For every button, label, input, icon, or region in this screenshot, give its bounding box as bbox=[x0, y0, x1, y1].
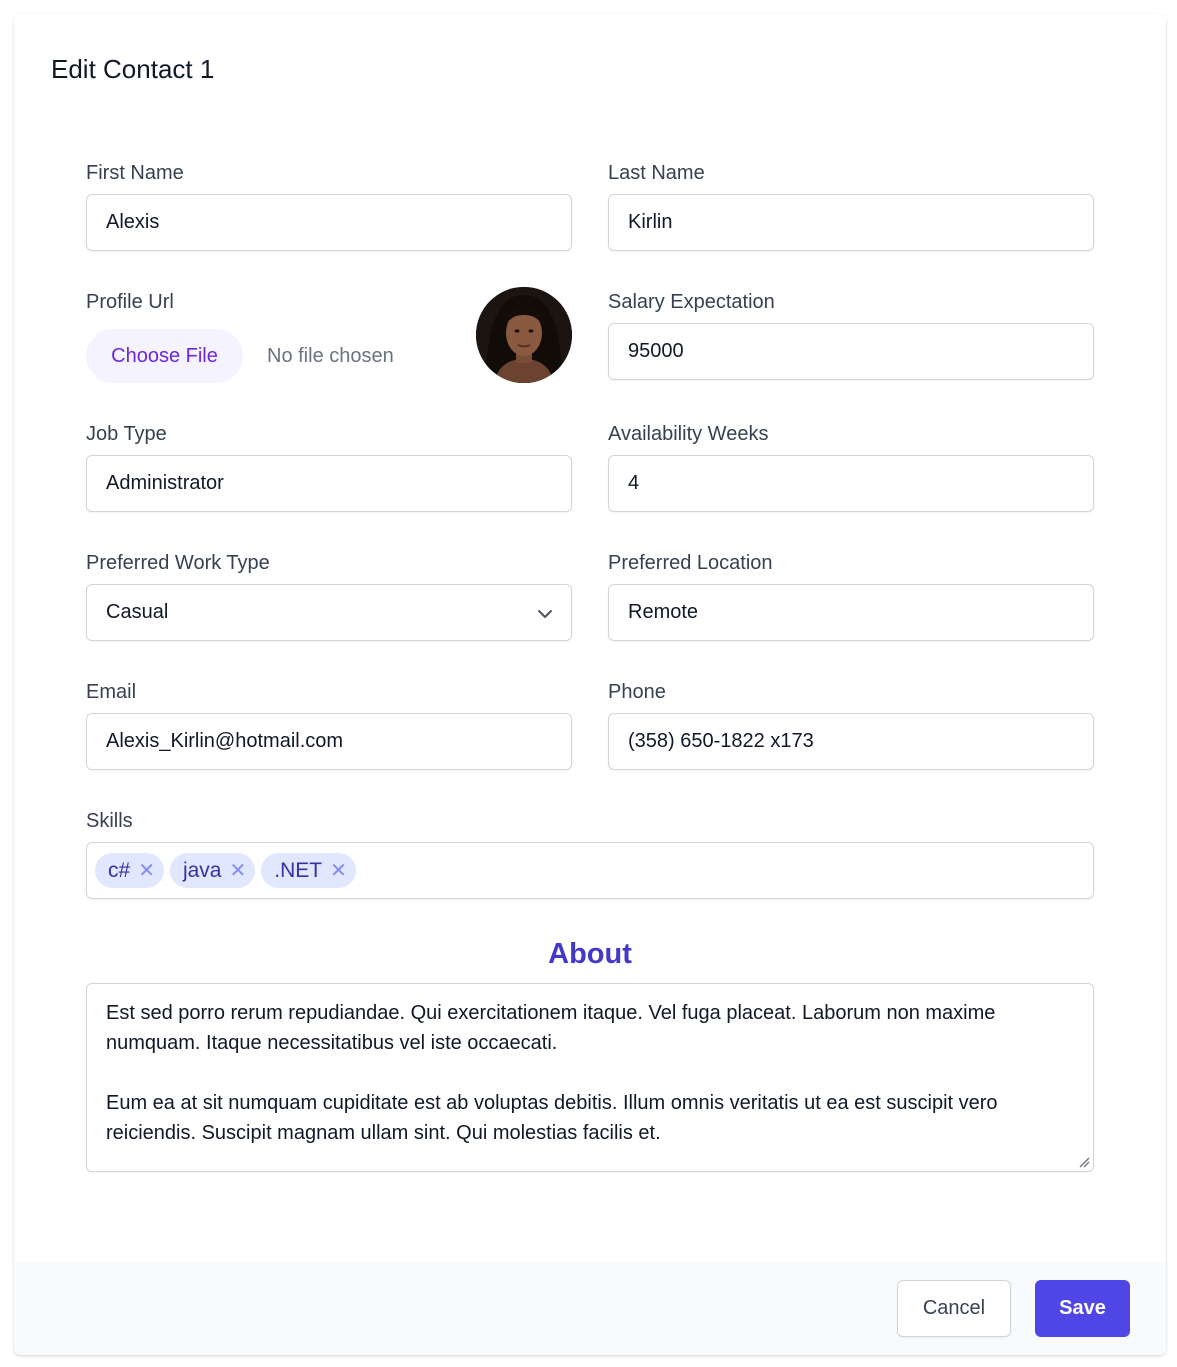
preferred-work-type-select[interactable]: Casual bbox=[86, 584, 572, 641]
first-name-input[interactable]: Alexis bbox=[86, 194, 572, 251]
email-input[interactable]: Alexis_Kirlin@hotmail.com bbox=[86, 713, 572, 770]
choose-file-button[interactable]: Choose File bbox=[86, 329, 243, 383]
preferred-location-label: Preferred Location bbox=[608, 552, 773, 574]
chevron-down-icon bbox=[538, 610, 552, 618]
about-heading: About bbox=[548, 938, 632, 970]
remove-skill-icon[interactable]: ✕ bbox=[330, 858, 347, 883]
skills-input[interactable]: c# ✕ java ✕ .NET ✕ bbox=[86, 842, 1094, 899]
skill-chip-label: c# bbox=[108, 858, 131, 882]
about-text: Est sed porro rerum repudiandae. Qui exe… bbox=[106, 1002, 998, 1144]
skill-chip-label: .NET bbox=[274, 858, 323, 882]
phone-label: Phone bbox=[608, 681, 666, 703]
dialog-title: Edit Contact 1 bbox=[51, 54, 215, 84]
save-button[interactable]: Save bbox=[1035, 1280, 1130, 1337]
file-status-text: No file chosen bbox=[267, 345, 394, 367]
phone-input[interactable]: (358) 650-1822 x173 bbox=[608, 713, 1094, 770]
about-textarea[interactable]: Est sed porro rerum repudiandae. Qui exe… bbox=[86, 983, 1094, 1172]
avatar bbox=[476, 287, 572, 383]
last-name-label: Last Name bbox=[608, 162, 705, 184]
preferred-work-type-value: Casual bbox=[106, 601, 169, 623]
first-name-label: First Name bbox=[86, 162, 184, 184]
availability-weeks-label: Availability Weeks bbox=[608, 423, 769, 445]
edit-contact-dialog: Edit Contact 1 First Name Alexis Last Na… bbox=[14, 14, 1166, 1355]
profile-url-label: Profile Url bbox=[86, 291, 174, 313]
skills-label: Skills bbox=[86, 810, 133, 832]
job-type-label: Job Type bbox=[86, 423, 167, 445]
cancel-button[interactable]: Cancel bbox=[897, 1280, 1011, 1337]
skill-chip-label: java bbox=[182, 858, 222, 882]
resize-grip-icon[interactable] bbox=[1078, 1156, 1090, 1168]
last-name-input[interactable]: Kirlin bbox=[608, 194, 1094, 251]
preferred-location-input[interactable]: Remote bbox=[608, 584, 1094, 641]
skill-chip: .NET ✕ bbox=[261, 853, 356, 888]
remove-skill-icon[interactable]: ✕ bbox=[138, 858, 155, 883]
salary-expectation-input[interactable]: 95000 bbox=[608, 323, 1094, 380]
availability-weeks-input[interactable]: 4 bbox=[608, 455, 1094, 512]
skill-chip: java ✕ bbox=[169, 853, 256, 888]
email-label: Email bbox=[86, 681, 137, 703]
avatar-image bbox=[476, 287, 572, 383]
job-type-input[interactable]: Administrator bbox=[86, 455, 572, 512]
skill-chip: c# ✕ bbox=[95, 853, 164, 888]
salary-expectation-label: Salary Expectation bbox=[608, 291, 775, 313]
remove-skill-icon[interactable]: ✕ bbox=[229, 858, 246, 883]
preferred-work-type-label: Preferred Work Type bbox=[86, 552, 270, 574]
dialog-footer: Cancel Save bbox=[14, 1262, 1166, 1355]
